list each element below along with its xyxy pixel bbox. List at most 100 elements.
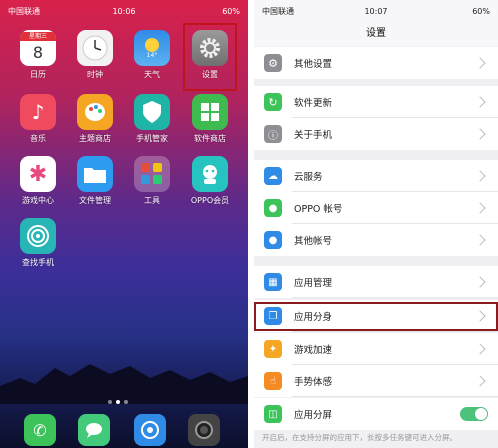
chevron-right-icon (474, 170, 486, 182)
app-weather[interactable]: 14° 天气 (128, 30, 176, 80)
row-label: 其他帐号 (294, 236, 333, 247)
app-phone-manager[interactable]: 手机管家 (128, 94, 176, 144)
settings-row-oppo-account[interactable]: ● OPPO 帐号 (254, 192, 498, 224)
row-label: 软件更新 (294, 98, 333, 109)
carrier-label: 中国联通 (8, 6, 40, 16)
row-label: 其他设置 (294, 59, 333, 70)
app-label: 软件商店 (194, 134, 226, 143)
row-label: OPPO 帐号 (294, 204, 343, 215)
cloud-icon: ☁ (264, 167, 282, 185)
carrier-label: 中国联通 (262, 6, 294, 16)
app-label: 工具 (144, 196, 160, 205)
settings-row-gesture[interactable]: ☝ 手势体感 (254, 365, 498, 397)
chevron-right-icon (474, 343, 486, 355)
game-center-icon: ✱ (20, 156, 56, 192)
update-icon: ↻ (264, 93, 282, 111)
chevron-right-icon (474, 234, 486, 246)
calendar-weekday: 星期三 (20, 31, 56, 41)
app-file-manager[interactable]: 文件管理 (71, 156, 119, 206)
split-screen-toggle[interactable] (460, 407, 488, 421)
calendar-icon: 星期三 8 (20, 30, 56, 66)
settings-row-other-settings[interactable]: ⚙ 其他设置 (254, 47, 498, 79)
app-label: 主题商店 (79, 134, 111, 143)
palette-icon (77, 94, 113, 130)
settings-row-split-screen: ◫ 应用分屏 (254, 398, 498, 430)
gear-icon: ⚙ (264, 54, 282, 72)
app-label: 游戏中心 (22, 196, 54, 205)
folder-icon (77, 156, 113, 192)
chevron-right-icon (474, 96, 486, 108)
row-label: 手势体感 (294, 377, 333, 388)
settings-row-software-update[interactable]: ↻ 软件更新 (254, 86, 498, 118)
messages-icon[interactable] (78, 414, 110, 446)
row-label: 云服务 (294, 172, 323, 183)
app-clock[interactable]: 时钟 (71, 30, 119, 80)
home-screen: 中国联通 10:06 60% 星期三 8 日历 时钟 14° 天气 设置 ♪ 音… (0, 0, 248, 448)
clock-icon (77, 30, 113, 66)
app-find-phone[interactable]: 查找手机 (14, 218, 62, 268)
split-screen-hint: 开启后，在支持分屏的应用下，长按多任务键可进入分屏。 (262, 433, 457, 442)
app-software-store[interactable]: 软件商店 (186, 94, 234, 144)
phone-icon[interactable]: ✆ (24, 414, 56, 446)
app-label: OPPO会员 (190, 196, 230, 205)
battery-level: 60% (222, 6, 240, 16)
status-time: 10:06 (112, 6, 136, 16)
other-account-icon: ● (264, 231, 282, 249)
row-label: 应用分屏 (294, 410, 333, 421)
app-label: 时钟 (87, 70, 103, 79)
app-tools-folder[interactable]: 工具 (128, 156, 176, 206)
status-time: 10:07 (364, 6, 388, 16)
app-music[interactable]: ♪ 音乐 (14, 94, 62, 144)
weather-icon: 14° (134, 30, 170, 66)
app-theme-store[interactable]: 主题商店 (71, 94, 119, 144)
settings-row-app-clone[interactable]: ❐ 应用分身 (254, 300, 498, 332)
app-label: 日历 (30, 70, 46, 79)
split-screen-icon: ◫ (264, 405, 282, 423)
account-icon: ● (264, 199, 282, 217)
browser-icon[interactable] (134, 414, 166, 446)
weather-temp: 14° (146, 51, 158, 59)
page-title: 设置 (254, 22, 498, 46)
app-label: 文件管理 (79, 196, 111, 205)
row-label: 应用管理 (294, 278, 333, 289)
app-clone-icon: ❐ (264, 307, 282, 325)
settings-row-app-management[interactable]: ▦ 应用管理 (254, 266, 498, 298)
chevron-right-icon (474, 57, 486, 69)
settings-screen: 中国联通 10:07 60% 设置 ⚙ 其他设置 ↻ 软件更新 ⓘ 关于手机 ☁… (254, 0, 498, 448)
status-bar: 中国联通 10:07 60% (254, 0, 498, 22)
game-boost-icon: ✦ (264, 340, 282, 358)
shield-icon (134, 94, 170, 130)
row-label: 游戏加速 (294, 345, 333, 356)
battery-level: 60% (472, 6, 490, 16)
find-phone-icon (20, 218, 56, 254)
chevron-right-icon (474, 202, 486, 214)
app-oppo-member[interactable]: OPPO会员 (186, 156, 234, 206)
app-management-icon: ▦ (264, 273, 282, 291)
settings-row-other-accounts[interactable]: ● 其他帐号 (254, 224, 498, 256)
app-label: 音乐 (30, 134, 46, 143)
row-label: 应用分身 (294, 312, 333, 323)
row-label: 关于手机 (294, 130, 333, 141)
camera-icon[interactable] (188, 414, 220, 446)
status-bar: 中国联通 10:06 60% (0, 0, 248, 22)
member-icon (192, 156, 228, 192)
music-icon: ♪ (20, 94, 56, 130)
gesture-icon: ☝ (264, 372, 282, 390)
app-label: 天气 (144, 70, 160, 79)
settings-row-about-phone[interactable]: ⓘ 关于手机 (254, 118, 498, 150)
chevron-right-icon (474, 128, 486, 140)
tools-folder-icon (134, 156, 170, 192)
app-label: 手机管家 (136, 134, 168, 143)
chevron-right-icon (474, 276, 486, 288)
app-store-icon (192, 94, 228, 130)
chevron-right-icon (474, 375, 486, 387)
settings-row-game-boost[interactable]: ✦ 游戏加速 (254, 333, 498, 365)
settings-highlight-box (183, 23, 237, 91)
app-label: 查找手机 (22, 258, 54, 267)
app-calendar[interactable]: 星期三 8 日历 (14, 30, 62, 80)
app-game-center[interactable]: ✱ 游戏中心 (14, 156, 62, 206)
chevron-right-icon (474, 310, 486, 322)
mountain-silhouette (0, 364, 248, 404)
settings-row-cloud-service[interactable]: ☁ 云服务 (254, 160, 498, 192)
calendar-day: 8 (32, 42, 44, 62)
